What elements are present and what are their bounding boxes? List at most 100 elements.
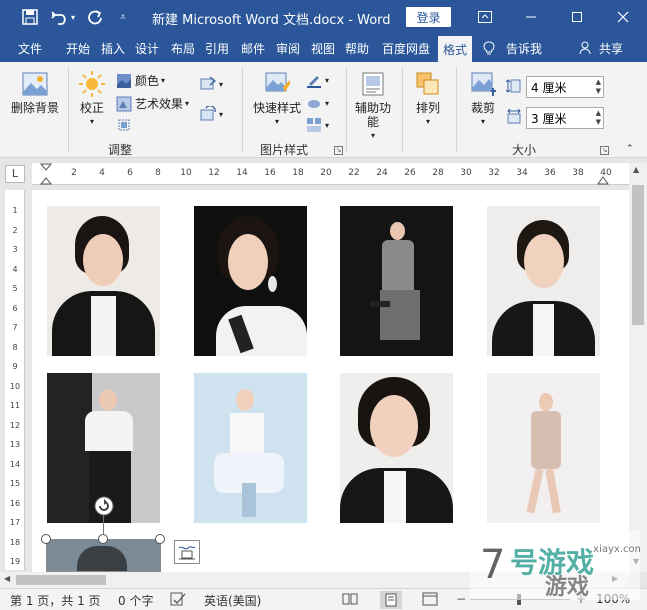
svg-text:.xiayx.com: .xiayx.com	[590, 544, 640, 555]
redo-icon[interactable]	[84, 0, 106, 34]
photo-6[interactable]	[194, 373, 307, 523]
rotate-handle-icon[interactable]	[94, 496, 114, 516]
picture-effects-button[interactable]: ▾	[306, 95, 329, 111]
scroll-left-icon[interactable]: ◀	[4, 574, 10, 583]
word-count[interactable]: 0 个字	[118, 592, 153, 609]
picture-effects-icon	[308, 100, 320, 108]
save-icon[interactable]	[18, 0, 42, 34]
ruler-tick-label: 10	[180, 168, 192, 178]
tab-selector[interactable]: L	[5, 165, 25, 183]
remove-background-icon	[22, 72, 48, 96]
ruler-tick-label: 6	[127, 168, 133, 178]
arrange-button[interactable]: 排列 ▾	[408, 70, 448, 129]
photo-3[interactable]	[340, 206, 453, 356]
read-mode-icon[interactable]	[342, 592, 358, 609]
tab-baidu-netdisk[interactable]: 百度网盘	[376, 34, 436, 62]
width-input[interactable]: 3 厘米 ▲ ▼	[526, 107, 604, 129]
user-icon[interactable]	[578, 34, 592, 62]
collapse-ribbon-icon[interactable]: ⌃	[626, 144, 634, 154]
tab-references[interactable]: 引用	[200, 34, 234, 62]
tab-review[interactable]: 审阅	[271, 34, 305, 62]
proofing-icon[interactable]	[170, 592, 186, 609]
ruler-tick-label: 5	[12, 284, 18, 293]
sun-icon	[79, 71, 105, 97]
maximize-icon[interactable]	[566, 0, 588, 34]
artistic-effects-button[interactable]: 艺术效果 ▾	[116, 95, 189, 112]
undo-icon[interactable]: ▾	[48, 0, 78, 34]
lightbulb-icon[interactable]	[480, 34, 498, 62]
size-group-label: 大小	[512, 143, 537, 157]
ruler-tick-label: 32	[488, 168, 500, 178]
tab-format[interactable]: 格式	[438, 36, 472, 62]
language-indicator[interactable]: 英语(美国)	[204, 592, 261, 609]
resize-handle-top-left[interactable]	[41, 534, 51, 544]
photo-7[interactable]	[340, 373, 453, 523]
layout-options-icon[interactable]	[174, 540, 200, 564]
crop-button[interactable]: 裁剪 ▾	[464, 70, 502, 129]
tab-view[interactable]: 视图	[306, 34, 340, 62]
picture-styles-dialog-launcher-icon[interactable]: ↘	[334, 146, 343, 155]
tell-me-box[interactable]: 告诉我	[504, 34, 544, 62]
tab-file[interactable]: 文件	[8, 34, 52, 62]
tab-help[interactable]: 帮助	[340, 34, 374, 62]
share-button[interactable]: 共享	[596, 34, 626, 62]
tab-design[interactable]: 设计	[130, 34, 164, 62]
tab-insert[interactable]: 插入	[96, 34, 130, 62]
svg-text:7: 7	[480, 542, 505, 588]
tab-home[interactable]: 开始	[60, 34, 96, 62]
resize-handle-top[interactable]	[98, 534, 108, 544]
ruler-tick-label: 1	[12, 206, 18, 215]
corrections-button[interactable]: 校正 ▾	[72, 70, 112, 129]
print-layout-icon[interactable]	[380, 591, 402, 609]
picture-border-button[interactable]: ▾	[306, 72, 329, 88]
reset-picture-button[interactable]: ▾	[200, 106, 223, 122]
ruler-tick-label: 4	[99, 168, 105, 178]
picture-layout-button[interactable]: ▾	[306, 117, 329, 133]
scroll-thumb[interactable]	[632, 185, 644, 325]
photo-8[interactable]	[487, 373, 600, 523]
change-picture-button[interactable]: ▾	[200, 76, 223, 92]
first-line-indent-icon[interactable]	[40, 163, 52, 185]
ruler-tick-label: 26	[404, 168, 416, 178]
ruler-tick-label: 22	[348, 168, 360, 178]
ruler-tick-label: 19	[9, 557, 21, 566]
color-icon	[117, 73, 131, 88]
remove-background-button[interactable]: 删除背景	[8, 70, 62, 115]
height-spinner-icon[interactable]: ▲ ▼	[596, 78, 601, 96]
ruler-tick-label: 11	[9, 401, 21, 410]
web-layout-icon[interactable]	[422, 592, 438, 609]
height-input[interactable]: 4 厘米 ▲ ▼	[526, 76, 604, 98]
accessibility-button[interactable]: 辅助功能 ▾	[352, 70, 394, 143]
document-page[interactable]	[32, 190, 629, 572]
compress-pictures-button[interactable]	[116, 117, 135, 133]
hscroll-thumb[interactable]	[16, 575, 106, 585]
ruler-tick-label: 30	[460, 168, 472, 178]
minimize-icon[interactable]	[520, 0, 542, 34]
change-picture-icon	[200, 76, 216, 90]
zoom-out-icon[interactable]: −	[456, 592, 466, 606]
close-icon[interactable]	[612, 0, 634, 34]
page-count[interactable]: 第 1 页，共 1 页	[10, 592, 101, 609]
ribbon-display-icon[interactable]	[474, 0, 496, 34]
login-button[interactable]: 登录	[406, 7, 451, 27]
width-spinner-icon[interactable]: ▲ ▼	[596, 109, 601, 127]
vertical-scrollbar[interactable]: ▲ ▼	[629, 163, 647, 572]
horizontal-ruler[interactable]: 2 4 6 8 10 12 14 16 18 20 22 24 26 28 30 32 34 36 38 40	[32, 163, 629, 185]
photo-1[interactable]	[47, 206, 160, 356]
quick-styles-icon	[265, 72, 290, 92]
size-dialog-launcher-icon[interactable]: ↘	[600, 146, 609, 155]
ruler-tick-label: 8	[12, 342, 18, 352]
tab-layout[interactable]: 布局	[166, 34, 200, 62]
photo-4[interactable]	[487, 206, 600, 356]
tab-mailings[interactable]: 邮件	[236, 34, 270, 62]
picture-layout-icon	[307, 118, 321, 132]
quick-styles-button[interactable]: 快速样式 ▾	[248, 70, 306, 129]
scroll-up-icon[interactable]: ▲	[633, 165, 639, 174]
svg-text:游戏: 游戏	[545, 574, 589, 600]
resize-handle-top-right[interactable]	[155, 534, 165, 544]
photo-2[interactable]	[194, 206, 307, 356]
ruler-tick-label: 38	[572, 168, 584, 178]
color-button[interactable]: 颜色 ▾	[116, 72, 165, 89]
vertical-ruler[interactable]: 1 2 3 4 5 6 7 8 9 10 11 12 13 14 15 16 17 18 19	[5, 190, 25, 570]
customize-qat-icon[interactable]: ⩡	[114, 0, 132, 34]
